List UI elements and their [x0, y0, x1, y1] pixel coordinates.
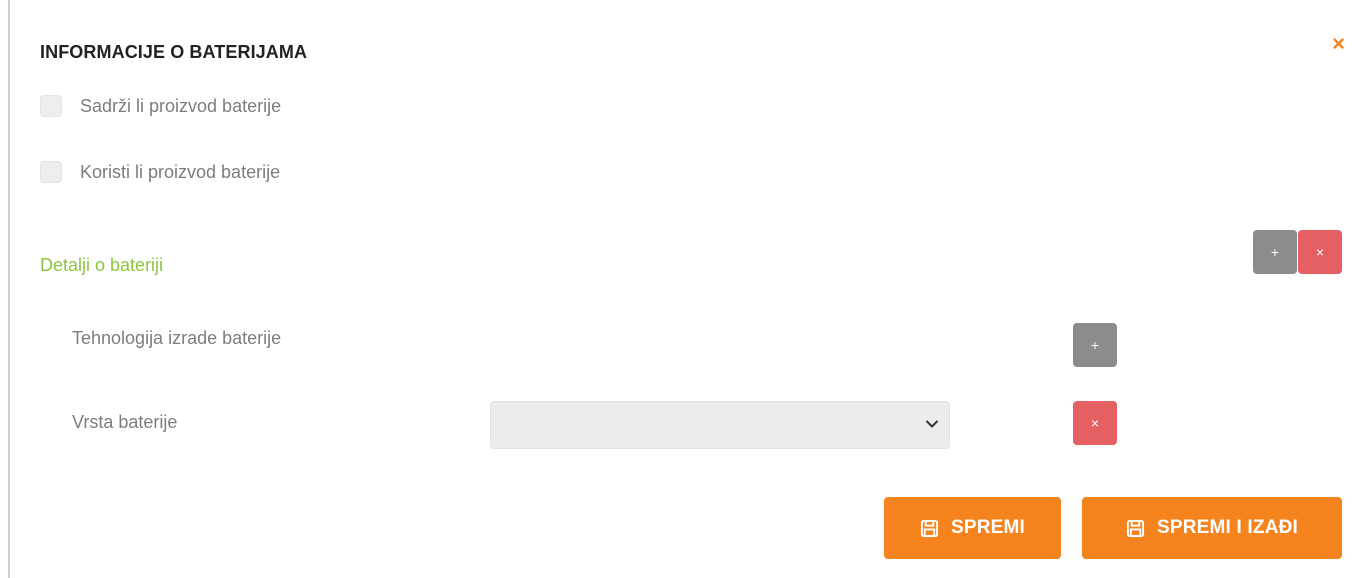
battery-info-dialog: INFORMACIJE O BATERIJAMA × Sadrži li pro…	[8, 0, 1370, 578]
battery-technology-label: Tehnologija izrade baterije	[72, 328, 282, 348]
checkbox-row-contains-batteries[interactable]: Sadrži li proizvod baterije	[40, 94, 281, 118]
save-and-exit-button-label: SPREMI I IZAĐI	[1156, 517, 1299, 538]
save-and-exit-button[interactable]: SPREMI I IZAĐI	[1082, 497, 1342, 559]
contains-batteries-checkbox[interactable]	[40, 95, 62, 117]
remove-battery-type-button[interactable]: ×	[1073, 401, 1117, 445]
floppy-disk-icon	[920, 519, 939, 537]
save-button-label: SPREMI	[950, 517, 1026, 538]
uses-batteries-label: Koristi li proizvod baterije	[80, 161, 281, 182]
save-button[interactable]: SPREMI	[884, 497, 1061, 559]
add-battery-detail-button[interactable]: +	[1253, 230, 1297, 274]
uses-batteries-checkbox[interactable]	[40, 161, 62, 183]
remove-battery-detail-button[interactable]: ×	[1298, 230, 1342, 274]
close-icon[interactable]: ×	[1332, 33, 1345, 55]
battery-type-label: Vrsta baterije	[72, 412, 178, 432]
plus-icon: +	[1270, 244, 1280, 260]
battery-type-select[interactable]	[490, 401, 950, 449]
dialog-title: INFORMACIJE O BATERIJAMA	[40, 42, 308, 62]
contains-batteries-label: Sadrži li proizvod baterije	[80, 95, 282, 116]
checkbox-row-uses-batteries[interactable]: Koristi li proizvod baterije	[40, 160, 280, 184]
chevron-down-icon	[926, 420, 938, 428]
close-icon: ×	[1315, 244, 1325, 260]
battery-details-section-title: Detalji o bateriji	[40, 255, 164, 275]
add-battery-technology-button[interactable]: +	[1073, 323, 1117, 367]
floppy-disk-icon	[1126, 519, 1145, 537]
plus-icon: +	[1090, 337, 1100, 353]
close-icon: ×	[1090, 415, 1100, 431]
